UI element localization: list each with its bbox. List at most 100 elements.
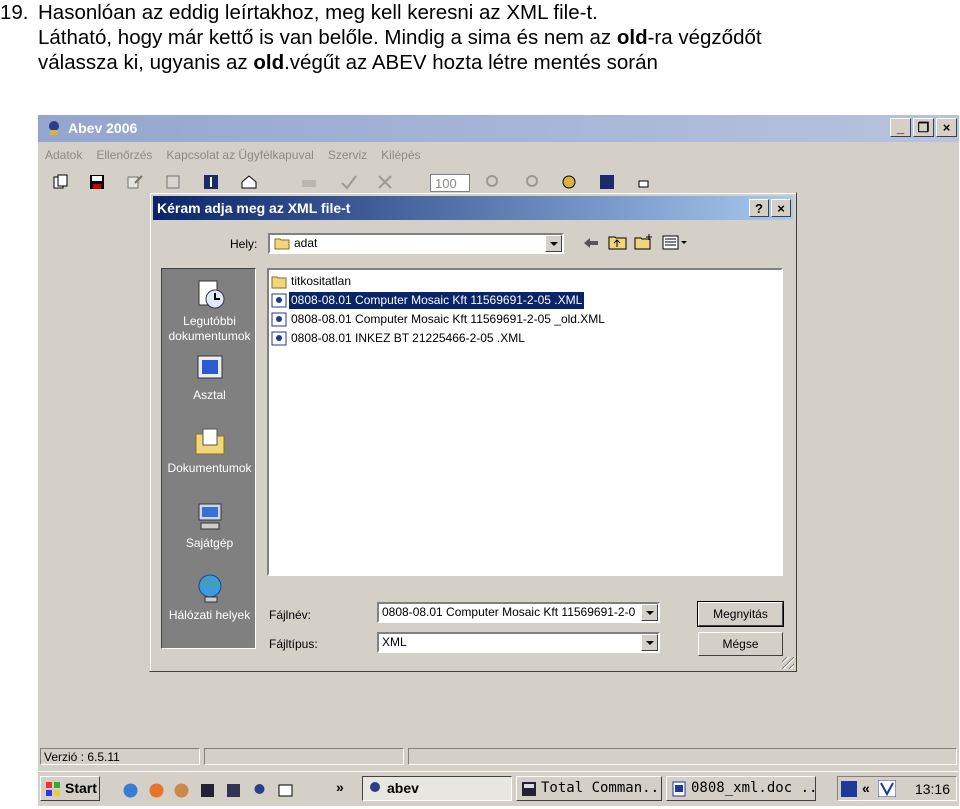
- resize-grip[interactable]: [782, 657, 794, 669]
- new-folder-icon[interactable]: [634, 233, 654, 251]
- file-item-name: 0808-08.01 Computer Mosaic Kft 11569691-…: [291, 312, 605, 326]
- instruction-line-1: 19. Hasonlóan az eddig leírtakhoz, meg ke…: [0, 0, 960, 25]
- file-list: titkositatlan 0808-08.01 Computer Mosaic…: [267, 268, 783, 576]
- calculator-icon[interactable]: [598, 173, 616, 191]
- up-folder-icon[interactable]: [608, 234, 628, 251]
- xml-file-icon: [271, 331, 287, 346]
- menu-ugyfelkapu[interactable]: Kapcsolat az Ügyfélkapuval: [166, 148, 313, 162]
- task-total-commander-label: Total Comman...: [541, 780, 662, 796]
- menu-kilepes[interactable]: Kilépés: [381, 148, 420, 162]
- menu-adatok[interactable]: Adatok: [45, 148, 82, 162]
- word-doc-icon: [672, 781, 686, 797]
- menu-bar: Adatok Ellenőrzés Kapcsolat az Ügyfélkapuv…: [38, 142, 959, 164]
- taskbar: Start » abev Total Comman... 0808_xml.do…: [38, 771, 959, 806]
- hu-language-icon[interactable]: [841, 781, 857, 797]
- instruction-line-2-bold: old: [616, 26, 648, 49]
- settings-gear-icon[interactable]: [560, 173, 578, 191]
- abev-icon: [370, 782, 380, 792]
- cancel-button[interactable]: Mégse: [698, 632, 783, 656]
- status-bar: Verzió : 6.5.11: [38, 745, 959, 769]
- place-desktop-label: Asztal: [193, 388, 226, 402]
- print-icon: [302, 180, 316, 187]
- close-button[interactable]: ×: [936, 118, 957, 137]
- info-icon[interactable]: [202, 173, 220, 191]
- instruction-text: 19. Hasonlóan az eddig leírtakhoz, meg ke…: [0, 0, 960, 75]
- file-item-name: 0808-08.01 Computer Mosaic Kft 11569691-…: [289, 292, 585, 309]
- chevron-down-icon[interactable]: [641, 634, 658, 651]
- mail-icon[interactable]: [240, 173, 258, 191]
- save-quicklaunch-icon[interactable]: [199, 782, 216, 799]
- instruction-line-2: Látható, hogy már kettő is van belőle. M…: [0, 25, 960, 50]
- place-recent[interactable]: Legutóbbi dokumentumok: [162, 277, 257, 344]
- open-file-dialog: Kéram adja meg az XML file-t ? × Hely: a…: [149, 192, 797, 672]
- my-computer-icon: [198, 503, 221, 530]
- instruction-line-3-bold: old: [253, 51, 285, 74]
- filename-combo[interactable]: 0808-08.01 Computer Mosaic Kft 11569691-…: [377, 602, 660, 623]
- places-bar: Legutóbbi dokumentumok Asztal Dokumentum…: [161, 268, 256, 649]
- xml-file-icon: [271, 312, 287, 327]
- location-label: Hely:: [230, 237, 258, 251]
- back-arrow-icon[interactable]: [582, 236, 600, 250]
- chevron-down-icon[interactable]: [641, 604, 658, 621]
- place-my-computer[interactable]: Sajátgép: [162, 499, 257, 551]
- zoom-out-icon: [486, 175, 498, 187]
- ie-icon[interactable]: [122, 782, 139, 799]
- view-menu-icon[interactable]: [662, 235, 688, 250]
- menu-ellenorzes[interactable]: Ellenőrzés: [96, 148, 152, 162]
- zoom-in-icon: [526, 175, 538, 187]
- quicklaunch-more[interactable]: »: [336, 779, 344, 795]
- chevron-down-icon[interactable]: [545, 235, 562, 252]
- copy-forms-icon[interactable]: [52, 173, 70, 191]
- place-documents-label: Dokumentumok: [167, 461, 252, 475]
- task-abev-label: abev: [387, 780, 419, 796]
- antivirus-icon[interactable]: [878, 780, 896, 797]
- browser-icon[interactable]: [173, 782, 190, 799]
- xml-file-icon: [271, 293, 287, 308]
- dialog-help-button[interactable]: ?: [749, 199, 769, 217]
- step-number: 19.: [0, 1, 29, 24]
- dialog-title-bar: Kéram adja meg az XML file-t ? ×: [153, 196, 793, 220]
- task-word-doc[interactable]: 0808_xml.doc ...: [666, 776, 816, 801]
- tray-more[interactable]: «: [862, 780, 870, 796]
- app-quicklaunch-icon[interactable]: [225, 782, 242, 799]
- network-globe-icon: [198, 574, 221, 603]
- place-network[interactable]: Hálózati helyek: [162, 571, 257, 623]
- app-title: Abev 2006: [68, 120, 138, 136]
- system-tray: « 13:16: [837, 776, 957, 801]
- total-commander-icon: [522, 782, 536, 796]
- place-recent-label: Legutóbbi dokumentumok: [168, 314, 251, 343]
- instruction-line-3-a: válassza ki, ugyanis az: [38, 51, 254, 74]
- menu-szerviz[interactable]: Szerviz: [328, 148, 367, 162]
- open-button[interactable]: Megnyitás: [697, 601, 784, 627]
- abev-app-icon: [49, 121, 59, 135]
- dialog-close-button[interactable]: ×: [771, 199, 791, 217]
- windows-logo-icon: [46, 782, 60, 796]
- save-icon[interactable]: [88, 173, 106, 191]
- instruction-line-3: válassza ki, ugyanis az old.végűt az ABE…: [0, 50, 960, 75]
- location-combo[interactable]: adat: [268, 233, 564, 254]
- abev-quicklaunch-icon[interactable]: [251, 782, 268, 799]
- task-total-commander[interactable]: Total Comman...: [516, 776, 662, 801]
- edit-icon: [127, 175, 143, 189]
- folder-icon: [274, 238, 290, 250]
- instruction-line-1-text: Hasonlóan az eddig leírtakhoz, meg kell …: [38, 1, 598, 24]
- delete-icon: [166, 175, 180, 189]
- my-documents-icon: [195, 428, 224, 455]
- status-cell-3: [408, 748, 957, 765]
- task-abev[interactable]: abev: [362, 776, 512, 801]
- recent-documents-icon: [198, 280, 224, 309]
- app-title-bar: Abev 2006 _ ❐ ×: [38, 115, 959, 142]
- maximize-button[interactable]: ❐: [913, 118, 934, 137]
- window-quicklaunch-icon[interactable]: [277, 782, 294, 799]
- place-my-computer-label: Sajátgép: [185, 536, 234, 550]
- instruction-line-2-b: -ra végződőt: [647, 26, 762, 49]
- help-pointer-icon[interactable]: [636, 173, 654, 191]
- minimize-button[interactable]: _: [890, 118, 911, 137]
- filetype-combo[interactable]: XML: [377, 632, 660, 653]
- status-cell-2: [204, 748, 404, 765]
- place-documents[interactable]: Dokumentumok: [162, 424, 257, 476]
- firefox-icon[interactable]: [148, 782, 165, 799]
- place-desktop[interactable]: Asztal: [162, 351, 257, 403]
- start-button[interactable]: Start: [40, 776, 100, 801]
- instruction-line-2-a: Látható, hogy már kettő is van belőle. M…: [38, 26, 617, 49]
